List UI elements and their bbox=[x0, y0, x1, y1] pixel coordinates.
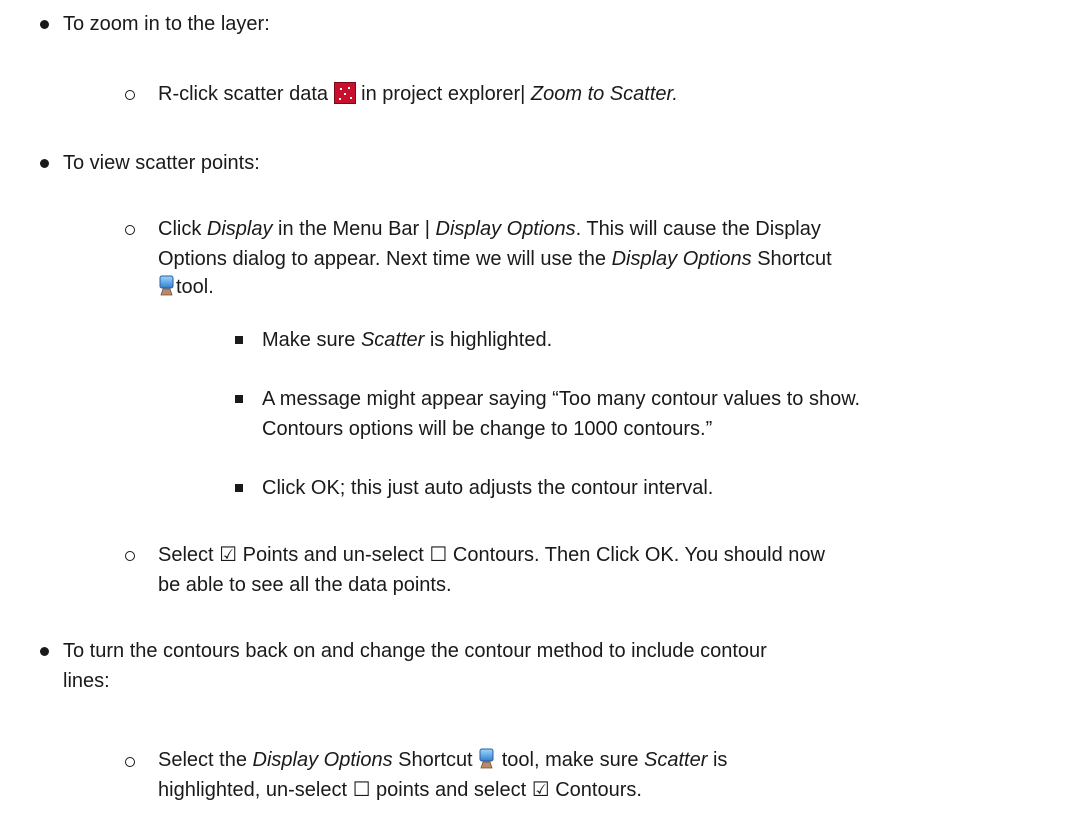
item-text: in project explorer| bbox=[355, 83, 531, 105]
sub-item-zoom-to-scatter: R-click scatter data in project explorer… bbox=[158, 79, 678, 109]
step-message: A message might appear saying “Too many … bbox=[262, 388, 861, 410]
bullet-item-view-points: To view scatter points: bbox=[63, 148, 260, 178]
sub-item-select-points: Select ☑ Points and un-select ☐ Contours… bbox=[158, 544, 825, 566]
sub-item-display-menu: Click Display in the Menu Bar | Display … bbox=[158, 218, 821, 240]
step-message-line2: Contours options will be change to 1000 … bbox=[262, 418, 713, 440]
sub-sub-bullet bbox=[235, 484, 243, 492]
bullet bbox=[40, 20, 49, 29]
display-options-icon bbox=[479, 748, 494, 769]
sub-bullet bbox=[125, 757, 135, 767]
display-options-icon bbox=[159, 275, 174, 296]
sub-item-display-menu-line2: Options dialog to appear. Next time we w… bbox=[158, 248, 832, 270]
sub-bullet bbox=[125, 551, 135, 561]
step-click-ok: Click OK; this just auto adjusts the con… bbox=[262, 477, 714, 499]
sub-item-display-shortcut: Select the Display Options Shortcut tool… bbox=[158, 748, 728, 771]
item-text: To zoom in to the layer: bbox=[63, 13, 270, 35]
sub-item-select-points-line2: be able to see all the data points. bbox=[158, 574, 452, 596]
item-text: R-click scatter data bbox=[158, 83, 334, 105]
scatter-data-icon bbox=[333, 82, 356, 104]
sub-bullet bbox=[125, 225, 135, 235]
sub-sub-bullet bbox=[235, 336, 243, 344]
sub-sub-bullet bbox=[235, 395, 243, 403]
bullet bbox=[40, 159, 49, 168]
sub-item-display-shortcut-line2: highlighted, un-select ☐ points and sele… bbox=[158, 779, 642, 801]
sub-item-display-menu-line3: tool. bbox=[158, 272, 214, 302]
item-emphasis: Zoom to Scatter. bbox=[530, 83, 678, 105]
sub-bullet bbox=[125, 90, 135, 100]
bullet bbox=[40, 647, 49, 656]
document-page: To zoom in to the layer: R-click scatter… bbox=[0, 0, 1079, 819]
step-scatter-highlighted: Make sure Scatter is highlighted. bbox=[262, 329, 553, 351]
bullet-item-zoom: To zoom in to the layer: bbox=[63, 9, 270, 39]
bullet-item-contours-back-line2: lines: bbox=[63, 670, 110, 692]
item-text: To view scatter points: bbox=[63, 152, 260, 174]
bullet-item-contours-back: To turn the contours back on and change … bbox=[63, 640, 767, 662]
